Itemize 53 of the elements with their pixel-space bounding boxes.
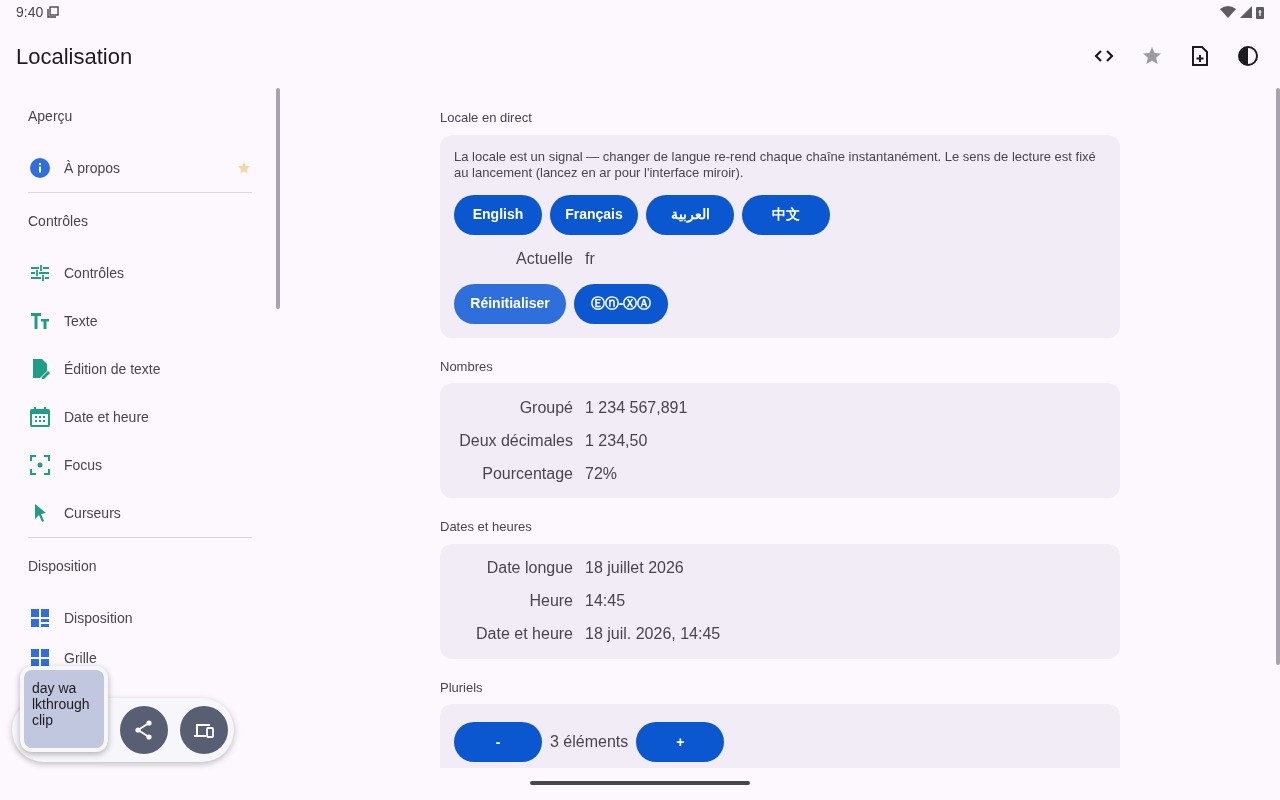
section-header: Disposition	[28, 556, 98, 576]
section-title: Locale en direct	[440, 109, 533, 127]
app-title: Localisation	[16, 42, 133, 71]
status-time: 9:40	[16, 2, 44, 22]
focus-icon	[28, 453, 52, 477]
wifi-icon	[1220, 6, 1236, 18]
row-value: 18 juillet 2026	[585, 558, 684, 578]
battery-icon	[1256, 5, 1264, 19]
section-title: Dates et heures	[440, 518, 533, 536]
row-label: Heure	[528, 591, 573, 611]
row-value: 1 234 567,891	[585, 397, 688, 418]
row-label: Pourcentage	[481, 463, 573, 484]
decrement-button[interactable]: -	[454, 722, 542, 762]
row-value: fr	[585, 249, 595, 269]
row-label: Date et heure	[475, 624, 573, 644]
language-button[interactable]: العربية	[646, 194, 734, 235]
row-value: 1 234,50	[585, 430, 648, 451]
scrollbar[interactable]	[276, 88, 280, 309]
notification-icon	[47, 6, 60, 18]
info-icon	[28, 156, 52, 180]
sidebar-item[interactable]: Disposition	[28, 594, 252, 642]
row-value: 18 juil. 2026, 14:45	[585, 624, 721, 644]
sidebar-item[interactable]: Texte	[28, 297, 252, 345]
star-icon	[236, 160, 252, 176]
sidebar-item[interactable]: Contrôles	[28, 249, 252, 297]
row-label: Actuelle	[515, 249, 573, 269]
row-label: Date longue	[485, 558, 573, 578]
language-button[interactable]: Français	[550, 194, 638, 235]
section-title: Nombres	[440, 357, 494, 376]
item-count: 3 éléments	[550, 732, 629, 752]
row-value: 14:45	[585, 591, 626, 611]
language-button[interactable]: 中文	[742, 194, 830, 235]
row-value: 72%	[585, 463, 618, 484]
increment-button[interactable]: +	[636, 722, 725, 762]
sidebar-item[interactable]: Édition de texte	[28, 345, 252, 393]
scrollbar[interactable]	[1276, 88, 1280, 665]
action-button[interactable]: Ⓔⓝ-ⓍⒶ	[574, 283, 668, 324]
contrast-icon	[1236, 44, 1260, 68]
section-title: Pluriels	[440, 678, 484, 697]
action-button[interactable]: Réinitialiser	[454, 283, 566, 324]
calendar-icon	[28, 405, 52, 429]
section-header: Contrôles	[28, 211, 89, 231]
description: La locale est un signal — changer de langue re-rend chaque chaîne instantanément. Le sens de lecture est fixé au lancement (lancez en ar pour l'interface miroir).	[454, 148, 1097, 181]
layout-icon	[28, 606, 52, 630]
row-label: Deux décimales	[458, 430, 573, 451]
signal-icon	[1240, 6, 1252, 18]
sidebar-item[interactable]: Curseurs	[28, 489, 252, 537]
section-header: Aperçu	[28, 106, 74, 126]
sidebar-item[interactable]: Focus	[28, 441, 252, 489]
sidebar-item[interactable]: Date et heure	[28, 393, 252, 441]
language-button[interactable]: English	[454, 194, 542, 235]
row-label: Groupé	[518, 397, 573, 418]
sidebar-item[interactable]: À propos	[28, 144, 252, 192]
